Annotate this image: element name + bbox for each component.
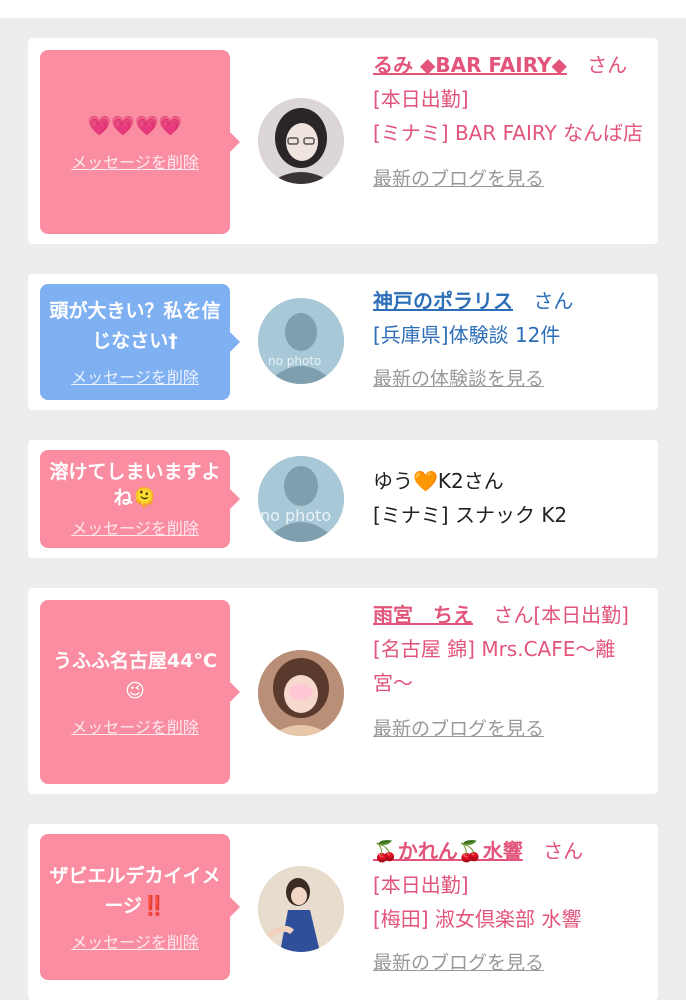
avatar-photo <box>258 98 344 184</box>
message-text: うふふ名古屋44°C😉 <box>53 650 217 702</box>
delete-message-link[interactable]: メッセージを削除 <box>71 149 199 173</box>
delete-message-link[interactable]: メッセージを削除 <box>71 515 199 539</box>
list-item: 💗💗💗💗 メッセージを削除 るみ ◆BAR FAIRY◆ さん [本日出勤] [… <box>28 38 658 244</box>
profile-info: るみ ◆BAR FAIRY◆ さん [本日出勤] [ミナミ] BAR FAIRY… <box>373 48 644 196</box>
profile-info: 🍒かれん🍒水響 さん [本日出勤] [梅田] 淑女倶楽部 水響 最新のブログを見… <box>373 834 644 980</box>
message-text: 頭が大きい？私を信じなさい† <box>49 300 221 352</box>
profile-name: ゆう🧡K2さん <box>373 469 504 493</box>
avatar[interactable] <box>258 98 344 184</box>
message-bubble: うふふ名古屋44°C😉 メッセージを削除 <box>40 600 240 784</box>
message-text: 溶けてしまいますよね🫠 <box>49 461 221 509</box>
avatar[interactable] <box>258 866 344 952</box>
list-item: うふふ名古屋44°C😉 メッセージを削除 雨宮 ちえ さん[本日出勤] [名古屋… <box>28 588 658 794</box>
list-item: ザビエルデカイイメージ‼️ メッセージを削除 🍒かれん🍒水響 さん [本日出勤]… <box>28 824 658 1000</box>
shop-text: [ミナミ] BAR FAIRY なんば店 <box>373 121 644 145</box>
honorific: さん[本日出勤] <box>493 603 629 627</box>
avatar[interactable]: no photo <box>258 298 344 384</box>
avatar-photo <box>258 650 344 736</box>
message-bubble: 💗💗💗💗 メッセージを削除 <box>40 50 240 234</box>
list-item: 溶けてしまいますよね🫠 メッセージを削除 no photo ゆう🧡K2さん [ミ… <box>28 440 658 558</box>
avatar-photo <box>258 866 344 952</box>
profile-name-link[interactable]: 🍒かれん🍒水響 <box>373 839 523 863</box>
honorific: さん <box>587 53 628 77</box>
message-bubble: 頭が大きい？私を信じなさい† メッセージを削除 <box>40 284 240 400</box>
message-text: ザビエルデカイイメージ‼️ <box>49 865 221 917</box>
message-bubble: 溶けてしまいますよね🫠 メッセージを削除 <box>40 450 240 548</box>
view-blog-link[interactable]: 最新のブログを見る <box>373 162 644 196</box>
delete-message-link[interactable]: メッセージを削除 <box>71 364 199 388</box>
profile-info: ゆう🧡K2さん [ミナミ] スナック K2 <box>373 464 644 532</box>
no-photo-label: no photo <box>268 354 322 368</box>
view-blog-link[interactable]: 最新のブログを見る <box>373 712 644 746</box>
no-photo-label: no photo <box>260 506 332 525</box>
list-item: 頭が大きい？私を信じなさい† メッセージを削除 no photo 神戸のポラリス… <box>28 274 658 410</box>
profile-name-link[interactable]: 神戸のポラリス <box>373 289 513 313</box>
no-photo-placeholder-icon <box>258 298 344 384</box>
avatar[interactable] <box>258 650 344 736</box>
profile-info: 神戸のポラリス さん [兵庫県]体験談 12件 最新の体験談を見る <box>373 284 644 396</box>
shop-text: [梅田] 淑女倶楽部 水響 <box>373 907 582 931</box>
profile-info: 雨宮 ちえ さん[本日出勤] [名古屋 錦] Mrs.CAFE〜離宮〜 最新のブ… <box>373 598 644 746</box>
view-blog-link[interactable]: 最新のブログを見る <box>373 946 644 980</box>
avatar[interactable]: no photo <box>258 456 344 542</box>
status-text: [本日出勤] <box>373 873 469 897</box>
honorific: さん <box>533 289 574 313</box>
delete-message-link[interactable]: メッセージを削除 <box>71 929 199 953</box>
profile-name-link[interactable]: るみ ◆BAR FAIRY◆ <box>373 53 567 77</box>
delete-message-link[interactable]: メッセージを削除 <box>71 714 199 738</box>
honorific: さん <box>543 839 584 863</box>
no-photo-placeholder-icon <box>258 456 344 542</box>
shop-text: [名古屋 錦] Mrs.CAFE〜離宮〜 <box>373 637 616 695</box>
message-bubble: ザビエルデカイイメージ‼️ メッセージを削除 <box>40 834 240 980</box>
top-bar <box>0 0 686 18</box>
status-text: [本日出勤] <box>373 87 469 111</box>
review-count-text: [兵庫県]体験談 12件 <box>373 323 561 347</box>
profile-name-link[interactable]: 雨宮 ちえ <box>373 603 473 627</box>
view-review-link[interactable]: 最新の体験談を見る <box>373 362 644 396</box>
message-text: 💗💗💗💗 <box>87 115 183 137</box>
shop-text: [ミナミ] スナック K2 <box>373 503 568 527</box>
